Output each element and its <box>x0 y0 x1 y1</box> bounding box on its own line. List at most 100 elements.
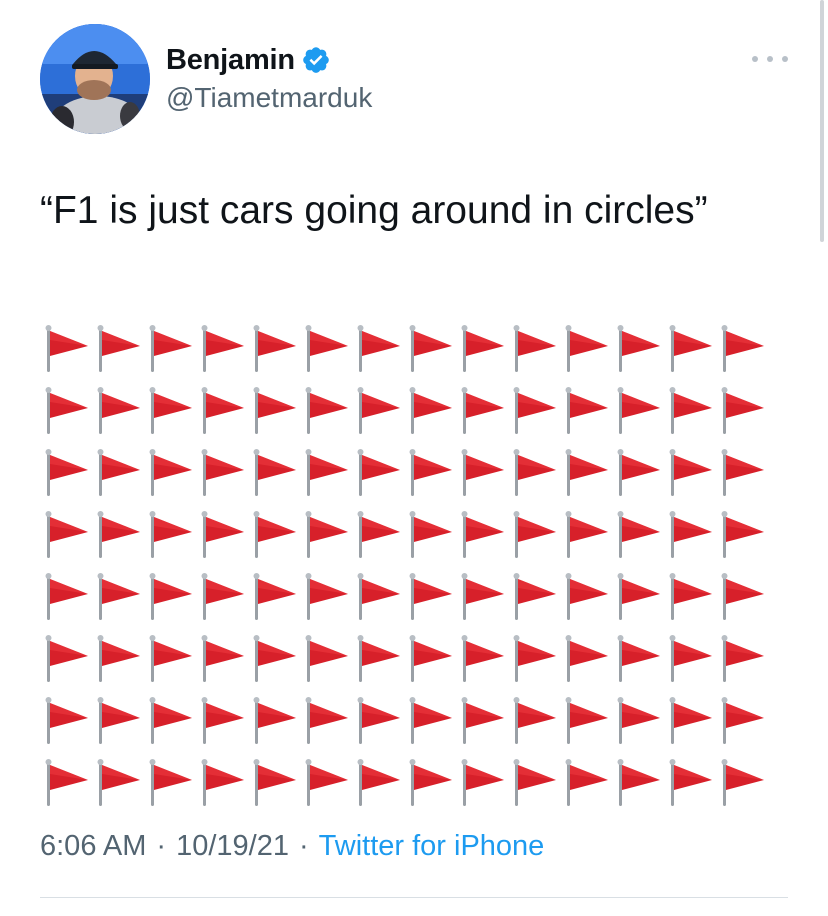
triangular-red-flag-icon <box>94 570 146 622</box>
triangular-red-flag-icon <box>94 384 146 436</box>
triangular-red-flag-icon <box>250 632 302 684</box>
triangular-red-flag-icon <box>666 570 718 622</box>
triangular-red-flag-icon <box>510 756 562 808</box>
triangular-red-flag-icon <box>354 570 406 622</box>
verified-badge-icon <box>301 45 331 75</box>
more-dot <box>782 56 788 62</box>
triangular-red-flag-icon <box>354 694 406 746</box>
triangular-red-flag-icon <box>718 384 770 436</box>
tweet-time[interactable]: 6:06 AM <box>40 830 146 863</box>
more-dot <box>767 56 773 62</box>
triangular-red-flag-icon <box>146 322 198 374</box>
triangular-red-flag-icon <box>562 756 614 808</box>
triangular-red-flag-icon <box>562 694 614 746</box>
triangular-red-flag-icon <box>250 756 302 808</box>
triangular-red-flag-icon <box>94 756 146 808</box>
triangular-red-flag-icon <box>666 446 718 498</box>
triangular-red-flag-icon <box>42 756 94 808</box>
triangular-red-flag-icon <box>354 632 406 684</box>
triangular-red-flag-icon <box>354 322 406 374</box>
triangular-red-flag-icon <box>146 570 198 622</box>
triangular-red-flag-icon <box>406 756 458 808</box>
more-options-icon[interactable] <box>752 44 788 74</box>
display-name-row: Benjamin <box>166 42 372 78</box>
triangular-red-flag-icon <box>614 756 666 808</box>
triangular-red-flag-icon <box>510 446 562 498</box>
triangular-red-flag-icon <box>562 508 614 560</box>
triangular-red-flag-icon <box>718 632 770 684</box>
triangular-red-flag-icon <box>250 694 302 746</box>
triangular-red-flag-icon <box>614 508 666 560</box>
triangular-red-flag-icon <box>94 322 146 374</box>
flag-row <box>42 570 782 622</box>
triangular-red-flag-icon <box>666 322 718 374</box>
triangular-red-flag-icon <box>94 508 146 560</box>
triangular-red-flag-icon <box>406 446 458 498</box>
triangular-red-flag-icon <box>198 756 250 808</box>
triangular-red-flag-icon <box>198 570 250 622</box>
triangular-red-flag-icon <box>250 446 302 498</box>
triangular-red-flag-icon <box>614 632 666 684</box>
triangular-red-flag-icon <box>42 508 94 560</box>
meta-separator: · <box>156 830 167 862</box>
author-handle[interactable]: @Tiametmarduk <box>166 82 372 114</box>
triangular-red-flag-icon <box>406 694 458 746</box>
triangular-red-flag-icon <box>458 384 510 436</box>
triangular-red-flag-icon <box>146 446 198 498</box>
triangular-red-flag-icon <box>510 384 562 436</box>
triangular-red-flag-icon <box>666 632 718 684</box>
triangular-red-flag-icon <box>302 694 354 746</box>
avatar-photo <box>40 24 150 134</box>
tweet-date[interactable]: 10/19/21 <box>176 830 289 863</box>
triangular-red-flag-icon <box>354 384 406 436</box>
triangular-red-flag-icon <box>250 508 302 560</box>
triangular-red-flag-icon <box>146 384 198 436</box>
tweet-card: Benjamin @Tiametmarduk “F1 is just cars … <box>0 0 828 916</box>
triangular-red-flag-icon <box>510 632 562 684</box>
tweet-header: Benjamin @Tiametmarduk <box>40 24 788 136</box>
triangular-red-flag-icon <box>614 694 666 746</box>
triangular-red-flag-icon <box>458 632 510 684</box>
triangular-red-flag-icon <box>510 508 562 560</box>
triangular-red-flag-icon <box>718 508 770 560</box>
triangular-red-flag-icon <box>458 322 510 374</box>
triangular-red-flag-icon <box>458 508 510 560</box>
tweet-meta: 6:06 AM · 10/19/21 · Twitter for iPhone <box>40 830 544 863</box>
triangular-red-flag-icon <box>406 508 458 560</box>
triangular-red-flag-icon <box>406 570 458 622</box>
more-dot <box>752 56 758 62</box>
triangular-red-flag-icon <box>94 632 146 684</box>
triangular-red-flag-icon <box>302 570 354 622</box>
triangular-red-flag-icon <box>198 446 250 498</box>
flag-row <box>42 446 782 498</box>
author-display-name[interactable]: Benjamin <box>166 44 295 77</box>
triangular-red-flag-icon <box>666 756 718 808</box>
flag-row <box>42 322 782 374</box>
triangular-red-flag-icon <box>146 632 198 684</box>
tweet-source-link[interactable]: Twitter for iPhone <box>319 830 545 863</box>
flag-row <box>42 756 782 808</box>
triangular-red-flag-icon <box>718 446 770 498</box>
triangular-red-flag-icon <box>718 756 770 808</box>
flag-row <box>42 508 782 560</box>
triangular-red-flag-icon <box>458 694 510 746</box>
scroll-indicator[interactable] <box>820 0 824 242</box>
triangular-red-flag-icon <box>562 570 614 622</box>
triangular-red-flag-icon <box>458 570 510 622</box>
triangular-red-flag-icon <box>666 694 718 746</box>
triangular-red-flag-icon <box>718 570 770 622</box>
avatar[interactable] <box>40 24 150 134</box>
triangular-red-flag-icon <box>562 446 614 498</box>
triangular-red-flag-icon <box>406 632 458 684</box>
triangular-red-flag-icon <box>42 384 94 436</box>
flag-emoji-grid <box>42 322 782 818</box>
triangular-red-flag-icon <box>718 322 770 374</box>
author-names: Benjamin @Tiametmarduk <box>166 42 372 114</box>
triangular-red-flag-icon <box>146 508 198 560</box>
triangular-red-flag-icon <box>198 322 250 374</box>
triangular-red-flag-icon <box>510 570 562 622</box>
triangular-red-flag-icon <box>302 384 354 436</box>
triangular-red-flag-icon <box>146 694 198 746</box>
triangular-red-flag-icon <box>406 384 458 436</box>
triangular-red-flag-icon <box>94 694 146 746</box>
